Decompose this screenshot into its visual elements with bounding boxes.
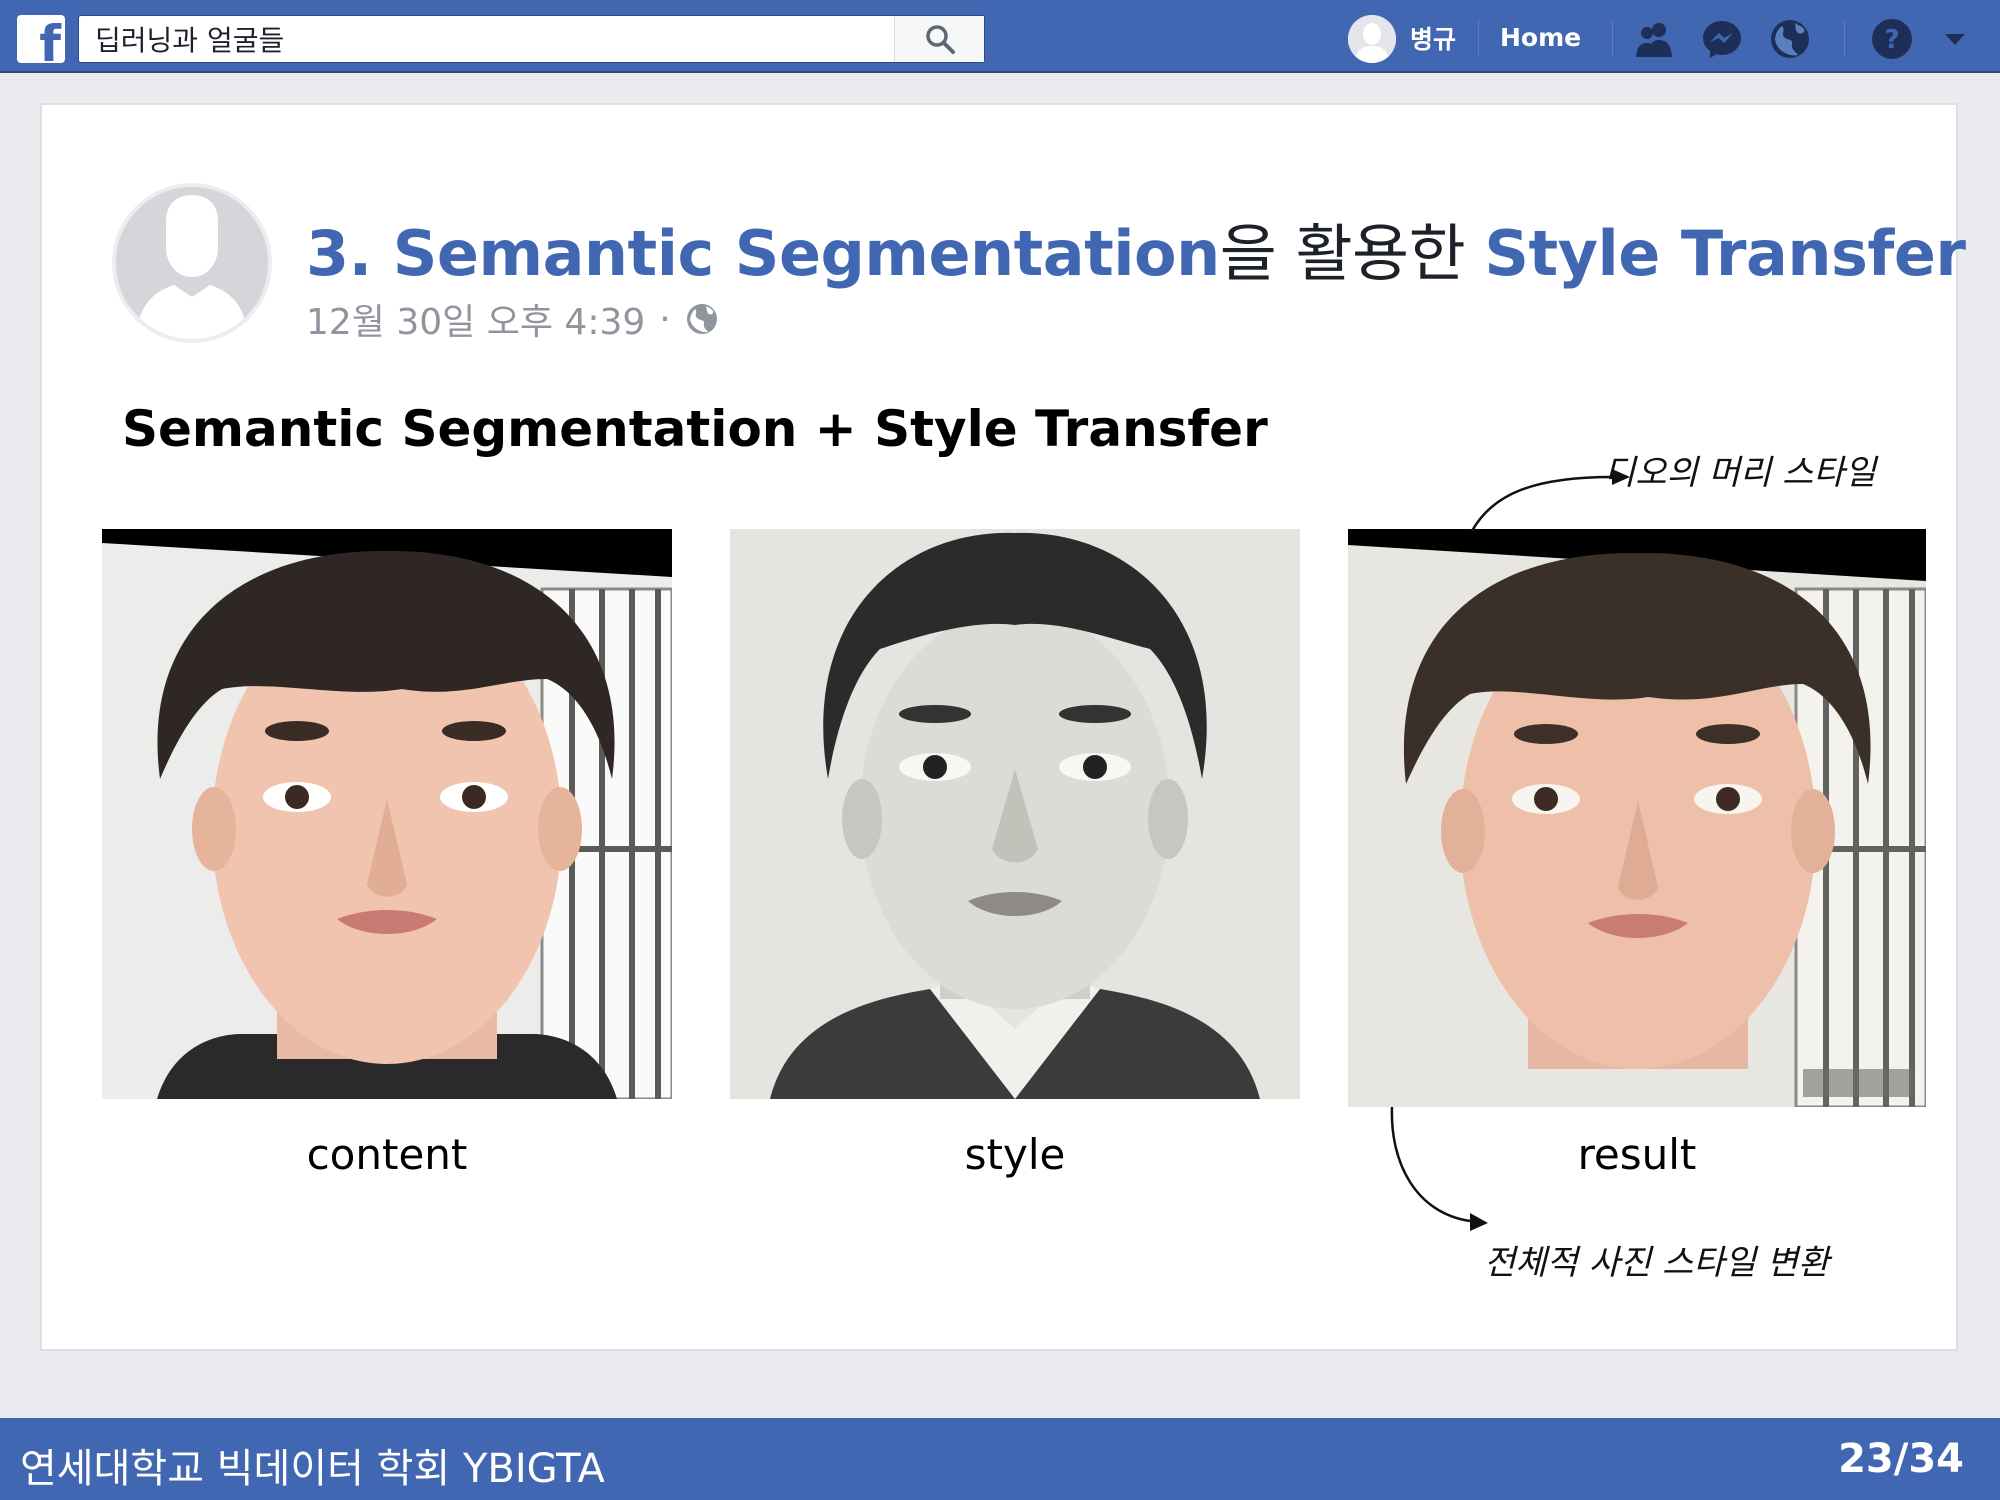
search-icon — [925, 25, 955, 54]
user-avatar[interactable] — [1348, 15, 1396, 63]
nav-divider — [1844, 20, 1845, 56]
user-name-link[interactable]: 병규 — [1410, 20, 1456, 56]
public-globe-icon — [686, 304, 717, 334]
annotation-bottom-text: 전체적 사진 스타일 변환 — [1484, 1243, 1830, 1283]
post-meta: 12월 30일 오후 4:39 · — [306, 293, 719, 345]
footer-organization: 연세대학교 빅데이터 학회 YBIGTA — [20, 1446, 605, 1492]
search-input[interactable] — [79, 16, 894, 62]
result-photo — [1348, 529, 1926, 1107]
post-title-part-3: Style Transfer — [1484, 217, 1966, 290]
profile-silhouette-icon — [116, 187, 268, 339]
help-icon[interactable]: ? — [1870, 17, 1914, 61]
page-number: 23/34 — [1838, 1436, 1964, 1482]
svg-text:?: ? — [1884, 25, 1899, 55]
friend-requests-icon[interactable] — [1632, 17, 1676, 61]
profile-silhouette-icon — [1348, 15, 1396, 63]
search-box — [78, 15, 985, 63]
top-navigation-bar: f 병규 Home ? — [0, 0, 2000, 73]
post-author-avatar[interactable] — [112, 183, 272, 343]
content-caption: content — [306, 1130, 468, 1179]
messenger-icon[interactable] — [1700, 17, 1744, 61]
post-title: 3. Semantic Segmentation을 활용한 Style Tran… — [306, 203, 1966, 293]
slide-heading: Semantic Segmentation + Style Transfer — [122, 400, 1268, 458]
post-title-part-2: 을 활용한 — [1219, 217, 1485, 290]
annotation-top-text: 디오의 머리 스타일 — [1604, 453, 1876, 493]
style-caption: style — [964, 1130, 1066, 1179]
meta-separator: · — [659, 298, 671, 340]
annotation-arrow-bottom — [1390, 1106, 1488, 1231]
post-card: 3. Semantic Segmentation을 활용한 Style Tran… — [40, 103, 1966, 1351]
post-title-part-1: 3. Semantic Segmentation — [306, 217, 1220, 290]
nav-divider — [1478, 20, 1479, 56]
content-photo — [102, 529, 672, 1099]
slide-footer: 연세대학교 빅데이터 학회 YBIGTA 23/34 — [0, 1418, 2000, 1500]
search-button[interactable] — [894, 16, 984, 62]
nav-divider — [1612, 20, 1613, 56]
post-timestamp[interactable]: 12월 30일 오후 4:39 — [306, 293, 645, 345]
facebook-logo-icon[interactable]: f — [17, 15, 65, 63]
account-menu-chevron-down-icon[interactable] — [1940, 17, 1970, 61]
notifications-globe-icon[interactable] — [1768, 17, 1812, 61]
style-photo — [730, 529, 1300, 1099]
home-link[interactable]: Home — [1500, 23, 1581, 52]
